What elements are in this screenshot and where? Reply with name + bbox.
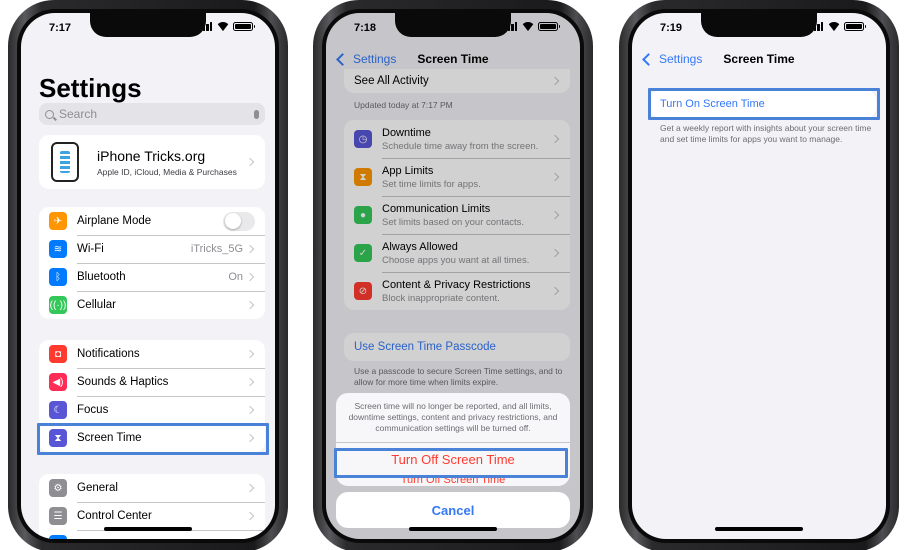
page-title: Settings bbox=[39, 73, 142, 103]
settings-screen: 7:17 Settings Search iPhone Tricks.org A… bbox=[21, 13, 275, 539]
wifi-status-icon bbox=[522, 22, 534, 31]
home-indicator[interactable] bbox=[409, 527, 497, 531]
notch bbox=[701, 13, 817, 37]
settings-row-notifications[interactable]: ◘ Notifications bbox=[39, 340, 265, 368]
chevron-right-icon bbox=[245, 349, 255, 359]
search-placeholder: Search bbox=[59, 107, 98, 121]
moon-icon: ☾ bbox=[49, 401, 67, 419]
row-value: iTricks_5G bbox=[190, 243, 243, 255]
wifi-status-icon bbox=[828, 22, 840, 31]
turn-on-note: Get a weekly report with insights about … bbox=[660, 123, 872, 144]
bluetooth-icon: ᛒ bbox=[49, 268, 67, 286]
cellular-icon: ((·)) bbox=[49, 296, 67, 314]
chevron-right-icon bbox=[245, 244, 255, 254]
settings-row-control-center[interactable]: ☰ Control Center bbox=[39, 502, 265, 530]
row-label: Sounds & Haptics bbox=[77, 376, 169, 388]
chevron-right-icon bbox=[245, 157, 255, 167]
account-name: iPhone Tricks.org bbox=[97, 147, 206, 164]
status-time: 7:17 bbox=[49, 22, 72, 34]
screen-time-highlight bbox=[37, 423, 269, 455]
search-icon bbox=[45, 109, 54, 119]
microphone-icon[interactable] bbox=[254, 109, 259, 119]
home-indicator[interactable] bbox=[715, 527, 803, 531]
chevron-right-icon bbox=[245, 511, 255, 521]
wifi-icon: ≋ bbox=[49, 240, 67, 258]
settings-row-focus[interactable]: ☾ Focus bbox=[39, 396, 265, 424]
settings-row-airplane-mode[interactable]: ✈ Airplane Mode bbox=[39, 207, 265, 235]
row-label: Wi-Fi bbox=[77, 243, 104, 255]
status-time: 7:19 bbox=[660, 22, 683, 34]
row-label: General bbox=[77, 482, 118, 494]
gear-icon: ⚙ bbox=[49, 479, 67, 497]
phone-screen-time-off: 7:18 Settings Screen Time See All Activi… bbox=[313, 0, 593, 550]
screen-time-screen: 7:18 Settings Screen Time See All Activi… bbox=[326, 13, 580, 539]
action-sheet-message: Screen time will no longer be reported, … bbox=[348, 401, 558, 433]
phone-screen-time-on: 7:19 Settings Screen Time Turn On Screen… bbox=[619, 0, 899, 550]
battery-icon bbox=[233, 22, 255, 31]
row-label: Bluetooth bbox=[77, 271, 126, 283]
cancel-label: Cancel bbox=[431, 502, 475, 518]
row-label: Cellular bbox=[77, 299, 116, 311]
settings-row-wifi[interactable]: ≋ Wi-Fi iTricks_5G bbox=[39, 235, 265, 263]
settings-row-general[interactable]: ⚙ General bbox=[39, 474, 265, 502]
chevron-right-icon bbox=[245, 405, 255, 415]
account-avatar-icon bbox=[51, 142, 79, 182]
airplane-icon: ✈ bbox=[49, 212, 67, 230]
chevron-right-icon bbox=[245, 377, 255, 387]
settings-row-sounds[interactable]: ◀) Sounds & Haptics bbox=[39, 368, 265, 396]
settings-row-cellular[interactable]: ((·)) Cellular bbox=[39, 291, 265, 319]
chevron-right-icon bbox=[245, 272, 255, 282]
row-label: Focus bbox=[77, 404, 109, 416]
settings-row-bluetooth[interactable]: ᛒ Bluetooth On bbox=[39, 263, 265, 291]
display-icon: A bbox=[49, 535, 67, 539]
airplane-mode-toggle[interactable] bbox=[223, 211, 255, 231]
nav-title: Screen Time bbox=[723, 52, 795, 66]
notch bbox=[395, 13, 511, 37]
notch bbox=[90, 13, 206, 37]
bell-icon: ◘ bbox=[49, 345, 67, 363]
battery-icon bbox=[844, 22, 866, 31]
account-subtitle: Apple ID, iCloud, Media & Purchases bbox=[97, 166, 237, 177]
speaker-icon: ◀) bbox=[49, 373, 67, 391]
row-value: On bbox=[228, 271, 243, 283]
chevron-right-icon bbox=[245, 483, 255, 493]
home-indicator[interactable] bbox=[104, 527, 192, 531]
apple-id-row[interactable]: iPhone Tricks.org Apple ID, iCloud, Medi… bbox=[39, 135, 265, 189]
row-label: Airplane Mode bbox=[77, 215, 152, 227]
switches-icon: ☰ bbox=[49, 507, 67, 525]
settings-row-partial[interactable]: A bbox=[39, 530, 265, 539]
stage: 7:17 Settings Search iPhone Tricks.org A… bbox=[0, 0, 906, 550]
status-time: 7:18 bbox=[354, 22, 377, 34]
turn-off-highlight bbox=[334, 448, 568, 478]
wifi-status-icon bbox=[217, 22, 229, 31]
row-label: Control Center bbox=[77, 510, 152, 522]
chevron-right-icon bbox=[245, 300, 255, 310]
search-input[interactable]: Search bbox=[39, 103, 265, 125]
battery-icon bbox=[538, 22, 560, 31]
cancel-button[interactable]: Cancel bbox=[336, 492, 570, 528]
turn-on-highlight bbox=[648, 88, 880, 120]
screen-time-off-screen: 7:19 Settings Screen Time Turn On Screen… bbox=[632, 13, 886, 539]
connectivity-group: ✈ Airplane Mode ≋ Wi-Fi iTricks_5G ᛒ Blu… bbox=[39, 207, 265, 319]
row-label: Notifications bbox=[77, 348, 140, 360]
nav-bar: Settings Screen Time bbox=[632, 49, 886, 71]
phone-settings: 7:17 Settings Search iPhone Tricks.org A… bbox=[8, 0, 288, 550]
